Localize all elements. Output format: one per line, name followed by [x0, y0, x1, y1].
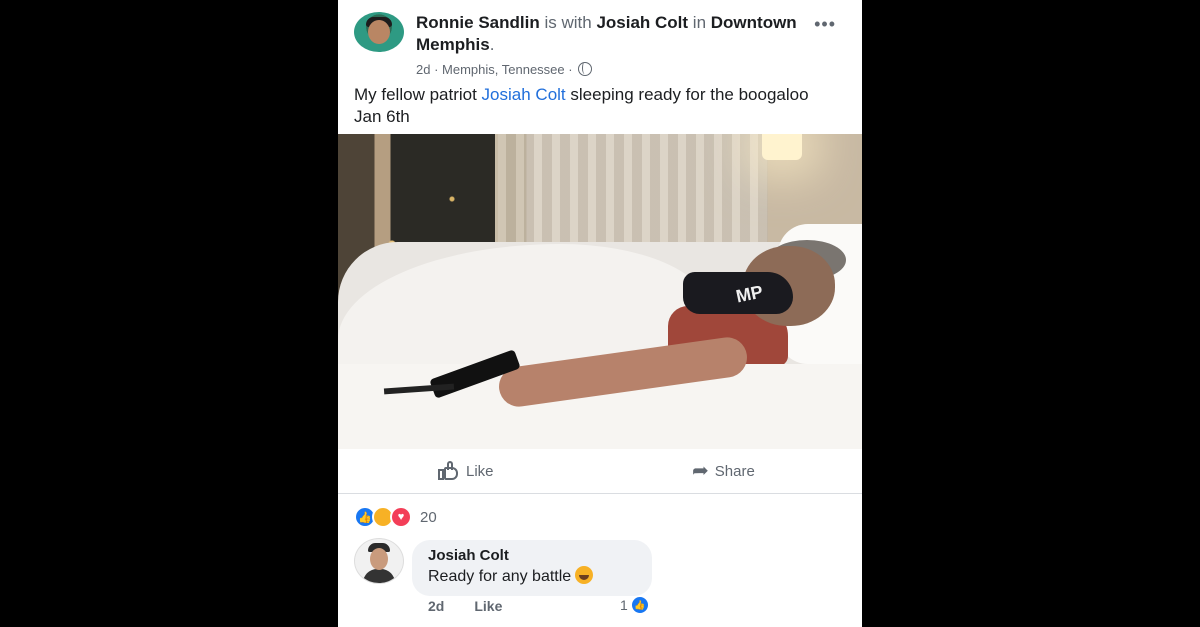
post-place[interactable]: Memphis, Tennessee: [442, 62, 565, 77]
post-photo[interactable]: MP: [338, 134, 862, 449]
more-icon[interactable]: •••: [814, 15, 836, 33]
tagged-name[interactable]: Josiah Colt: [596, 13, 688, 32]
lamp: [762, 134, 802, 160]
comment-author[interactable]: Josiah Colt: [428, 546, 638, 566]
like-label: Like: [466, 462, 494, 480]
post-card: Ronnie Sandlin is with Josiah Colt in Do…: [338, 0, 862, 627]
comment-like-icon: 👍: [631, 597, 648, 613]
post-meta: 2d · Memphis, Tennessee ·: [416, 62, 593, 77]
reaction-summary[interactable]: 👍 ♥ 20: [354, 506, 437, 528]
share-label: Share: [714, 462, 755, 480]
comment-time[interactable]: 2d: [428, 598, 444, 614]
post-actions: Like ➦ Share: [338, 449, 862, 494]
author-line: Ronnie Sandlin is with Josiah Colt in Do…: [416, 13, 797, 54]
commenter-avatar[interactable]: [354, 538, 404, 584]
share-button[interactable]: ➦ Share: [692, 461, 755, 481]
like-button[interactable]: Like: [438, 461, 494, 481]
comment-bubble: Josiah Colt Ready for any battle: [412, 540, 652, 596]
like-icon: [438, 461, 460, 481]
author-name[interactable]: Ronnie Sandlin: [416, 13, 540, 32]
comment-text-body: Ready for any battle: [428, 568, 572, 585]
post-text: My fellow patriot Josiah Colt sleeping r…: [354, 84, 834, 128]
comment-meta: 2d Like: [428, 598, 502, 614]
globe-icon: [578, 62, 593, 76]
laugh-emoji-icon: [575, 566, 594, 584]
post-time[interactable]: 2d: [416, 62, 430, 77]
with-text: is with: [544, 13, 592, 32]
avatar-face: [368, 20, 390, 44]
post-text-before: My fellow patriot: [354, 85, 482, 104]
in-text: in: [692, 13, 707, 32]
post-text-link[interactable]: Josiah Colt: [482, 85, 566, 104]
author-avatar[interactable]: [354, 12, 404, 52]
comment-text: Ready for any battle: [428, 566, 638, 588]
comment-like-button[interactable]: Like: [474, 598, 502, 614]
share-icon: ➦: [692, 460, 709, 482]
comment-likes[interactable]: 1 👍: [620, 597, 648, 613]
post-header: Ronnie Sandlin is with Josiah Colt in Do…: [354, 10, 854, 77]
reaction-count: 20: [420, 508, 437, 526]
comment-like-count: 1: [620, 597, 628, 613]
love-reaction-icon: ♥: [390, 506, 412, 528]
